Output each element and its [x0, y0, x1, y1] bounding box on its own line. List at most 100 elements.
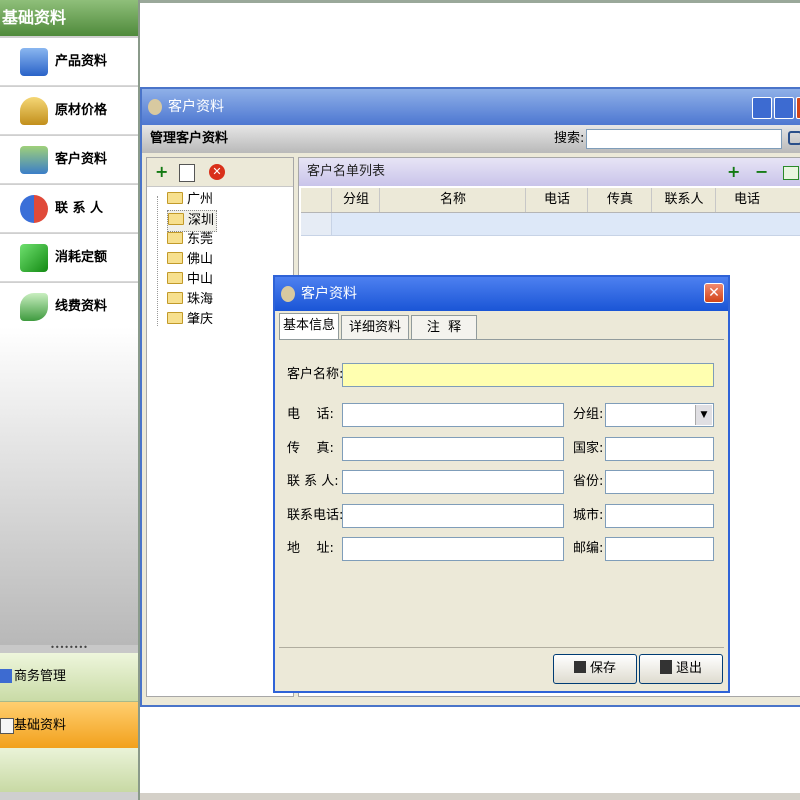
dialog-title: 客户资料 — [301, 286, 357, 302]
business-management-bar[interactable]: 商务管理 — [0, 653, 138, 702]
zip-field[interactable] — [605, 537, 714, 561]
nav-item-line-fee[interactable]: 线费资料 — [0, 283, 138, 331]
column-header[interactable]: 传真 — [587, 188, 652, 212]
table-row[interactable] — [301, 213, 800, 236]
group-select[interactable]: ▼ — [605, 403, 714, 427]
fax-field[interactable] — [342, 437, 564, 461]
nav-item-customers[interactable]: 客户资料 — [0, 136, 138, 184]
business-icon — [0, 669, 12, 683]
delete-icon[interactable]: ✕ — [209, 164, 225, 180]
grid-header: 分组 名称 电话 传真 联系人 电话 — [301, 188, 800, 213]
mdi-top-border — [140, 0, 800, 3]
business-management-label: 商务管理 — [14, 669, 67, 684]
tree-item[interactable]: 东莞 — [167, 230, 213, 250]
tree-guide-line — [157, 196, 159, 326]
nav-empty-area — [0, 327, 138, 645]
city-field[interactable] — [605, 504, 714, 528]
close-icon[interactable] — [796, 97, 800, 119]
status-strip — [140, 793, 800, 800]
close-icon[interactable]: ✕ — [704, 283, 724, 303]
remove-row-icon[interactable]: − — [755, 162, 768, 182]
chevron-down-icon[interactable]: ▼ — [695, 405, 712, 425]
search-input[interactable] — [586, 129, 782, 149]
add-icon[interactable]: + — [155, 162, 168, 182]
contact-field[interactable] — [342, 470, 564, 494]
customer-name-label: 客户名称: — [287, 367, 344, 382]
nav-item-material-price[interactable]: 原材价格 — [0, 87, 138, 135]
column-header[interactable]: 联系人 — [651, 188, 716, 212]
exit-button[interactable]: 退出 — [639, 654, 723, 684]
nav-item-label: 原材价格 — [55, 103, 108, 118]
save-icon — [573, 661, 586, 673]
phone-field[interactable] — [342, 403, 564, 427]
nav-item-contacts[interactable]: 联 系 人 — [0, 185, 138, 233]
city-label: 城市: — [573, 508, 604, 523]
column-header[interactable]: 电话 — [715, 188, 778, 212]
nav-item-products[interactable]: 产品资料 — [0, 38, 138, 86]
dialog-titlebar[interactable]: 客户资料 ✕ — [275, 277, 728, 311]
folder-icon — [167, 232, 183, 244]
tree-item[interactable]: 肇庆 — [167, 310, 213, 330]
tree-item[interactable]: 佛山 — [167, 250, 213, 270]
save-button[interactable]: 保存 — [553, 654, 637, 684]
tree-item[interactable]: 广州 — [167, 190, 213, 210]
group-label: 分组: — [573, 407, 604, 422]
folder-icon — [167, 252, 183, 264]
country-field[interactable] — [605, 437, 714, 461]
base-data-label: 基础资料 — [14, 718, 67, 733]
scale-icon — [20, 97, 48, 125]
address-field[interactable] — [342, 537, 564, 561]
province-field[interactable] — [605, 470, 714, 494]
country-label: 国家: — [573, 441, 604, 456]
nav-item-label: 产品资料 — [55, 54, 108, 69]
dialog-divider — [279, 647, 724, 648]
window-title: 客户资料 — [168, 99, 224, 115]
product-icon — [20, 48, 48, 76]
contacts-icon — [20, 195, 48, 223]
tree-item-selected[interactable]: 深圳 — [167, 210, 218, 232]
search-label: 搜索: — [554, 131, 585, 146]
tab-basic-info[interactable]: 基本信息 — [279, 313, 339, 339]
address-label: 地 址: — [287, 541, 334, 556]
window-toolbar: 管理客户资料 搜索: — [142, 125, 800, 153]
nav-item-label: 联 系 人 — [55, 201, 104, 216]
panel-splitter[interactable]: •••••••• — [0, 644, 138, 653]
document-icon — [0, 718, 14, 734]
toolbar-title: 管理客户资料 — [150, 131, 229, 146]
province-label: 省份: — [573, 474, 604, 489]
phone-label: 电 话: — [287, 407, 334, 422]
row-selector[interactable] — [301, 213, 332, 235]
zip-label: 邮编: — [573, 541, 604, 556]
customer-name-field[interactable] — [342, 363, 714, 387]
column-header[interactable]: 名称 — [379, 188, 526, 212]
folder-icon — [167, 312, 183, 324]
window-app-icon — [148, 99, 162, 115]
folder-icon — [167, 192, 183, 204]
maximize-icon[interactable] — [774, 97, 794, 119]
fax-label: 传 真: — [287, 441, 334, 456]
contact-phone-field[interactable] — [342, 504, 564, 528]
left-navigation-panel: 基础资料 产品资料 原材价格 客户资料 联 系 人 消耗定额 线费资料 ••••… — [0, 0, 140, 800]
exit-icon — [659, 660, 672, 674]
tab-details[interactable]: 详细资料 — [341, 315, 409, 339]
nav-item-consumption-quota[interactable]: 消耗定额 — [0, 234, 138, 282]
left-bottom-area — [0, 748, 138, 792]
tree-item[interactable]: 珠海 — [167, 290, 213, 310]
base-data-bar[interactable]: 基础资料 — [0, 702, 138, 748]
tree-item[interactable]: 中山 — [167, 270, 213, 290]
minimize-icon[interactable] — [752, 97, 772, 119]
folder-icon — [167, 292, 183, 304]
folder-icon — [168, 213, 184, 225]
column-header[interactable]: 电话 — [525, 188, 588, 212]
tab-notes[interactable]: 注 释 — [411, 315, 477, 339]
add-row-icon[interactable]: + — [727, 162, 740, 182]
nav-item-label: 线费资料 — [55, 299, 108, 314]
window-titlebar[interactable]: 客户资料 — [142, 89, 800, 125]
copy-icon[interactable] — [179, 164, 195, 182]
column-header[interactable]: 分组 — [331, 188, 380, 212]
panel-header: 基础资料 — [0, 0, 138, 36]
export-icon[interactable] — [783, 166, 799, 180]
search-icon[interactable] — [788, 131, 800, 145]
contact-label: 联 系 人: — [287, 474, 339, 489]
dialog-app-icon — [281, 286, 295, 302]
